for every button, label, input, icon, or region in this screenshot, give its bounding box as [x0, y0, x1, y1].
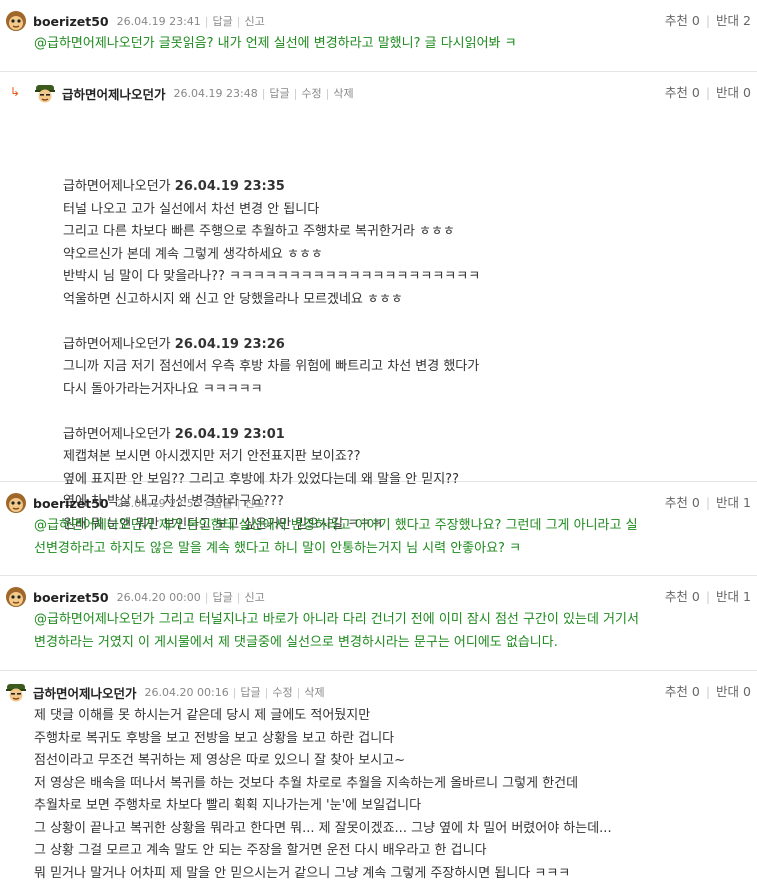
upvote-button[interactable]: 추천 0 [665, 684, 700, 699]
comment-meta: 26.04.19 23:55 | 답글 | 신고 [116, 497, 265, 510]
edit-link[interactable]: 수정 [301, 87, 321, 100]
vote-box: 추천 0 | 반대 1 [664, 589, 751, 604]
comment-line: 제 댓글 이해를 못 하시는거 같은데 당시 제 글에도 적어뒀지만 [34, 708, 371, 723]
comment-author[interactable]: boerizet50 [33, 590, 109, 605]
comment-line: 다시 돌아가라는거자나요 ㅋㅋㅋㅋㅋ [63, 381, 263, 397]
reply-link[interactable]: 답글 [213, 15, 233, 28]
comment-line: 억울하면 신고하시지 왜 신고 안 당했을라나 모르겠네요 ㅎㅎㅎ [63, 291, 403, 307]
downvote-button[interactable]: 반대 0 [716, 684, 751, 699]
monkey-face-avatar-icon [6, 587, 26, 607]
comment-line: 약오르신가 본데 계속 그렇게 생각하세요 ㅎㅎㅎ [63, 246, 323, 262]
comment-meta: 26.04.20 00:16 | 답글 | 수정 | 삭제 [144, 686, 325, 699]
comment-header: boerizet50 26.04.19 23:55 | 답글 | 신고 [5, 492, 265, 514]
quote-header: 급하면어제나오던가 26.04.19 23:26 [63, 336, 285, 352]
comment-line: 변경하라는 거였지 이 게시물에서 제 댓글중에 실선으로 변경하시라는 문구는… [34, 634, 558, 650]
comment-author[interactable]: 급하면어제나오던가 [62, 84, 166, 103]
comment-body: 제 댓글 이해를 못 하시는거 같은데 당시 제 글에도 적어뒀지만 주행차로 … [34, 705, 612, 885]
downvote-button[interactable]: 반대 1 [716, 495, 751, 510]
upvote-button[interactable]: 추천 0 [665, 85, 700, 100]
monkey-face-avatar-icon [6, 493, 26, 513]
comment-header: boerizet50 26.04.19 23:41 | 답글 | 신고 [5, 10, 265, 32]
comment-line: 그 상황 그걸 모르고 계속 말도 안 되는 주장을 할거면 운전 다시 배우라… [34, 843, 487, 858]
quote-header: 급하면어제나오던가 26.04.19 23:01 [63, 426, 285, 442]
comment-meta: 26.04.20 00:00 | 답글 | 신고 [116, 591, 265, 604]
upvote-button[interactable]: 추천 0 [665, 589, 700, 604]
comment-line: 주행차로 복귀도 후방을 보고 전방을 보고 상황을 보고 하란 겁니다 [34, 730, 395, 746]
comment-line: @급하면어제나오던가 제가 본인한테 실선에서 변경하라고 이야기 했다고 주장… [34, 518, 638, 533]
comment-line: 터널 나오고 고가 실선에서 차선 변경 안 됩니다 [63, 201, 320, 217]
comment-line: 점선이라고 무조건 복귀하는 제 영상은 따로 있으니 잘 찾아 보시고~ [34, 753, 406, 768]
quote-header: 급하면어제나오던가 26.04.19 23:35 [63, 179, 285, 194]
comment-author[interactable]: 급하면어제나오던가 [33, 683, 137, 702]
monkey-face-avatar-icon [6, 11, 26, 31]
comment-2: ↳ 급하면어제나오던가 26.04.19 23:48 | 답글 | 수정 | 삭제 추천 0… [0, 72, 757, 532]
comment-line: 그리고 다른 차보다 빠른 주행으로 추월하고 주행차로 복귀한거라 ㅎㅎㅎ [63, 224, 455, 239]
comment-line: 반박시 님 말이 다 맞을라나?? ㅋㅋㅋㅋㅋㅋㅋㅋㅋㅋㅋㅋㅋㅋㅋㅋㅋㅋㅋㅋㅋ [63, 269, 481, 284]
reply-link[interactable]: 답글 [269, 87, 289, 100]
comment-meta: 26.04.19 23:41 | 답글 | 신고 [116, 15, 265, 28]
comment-date: 26.04.19 23:41 [116, 15, 201, 28]
upvote-button[interactable]: 추천 0 [665, 495, 700, 510]
reply-link[interactable]: 답글 [213, 497, 233, 510]
report-link[interactable]: 신고 [244, 497, 264, 510]
downvote-button[interactable]: 반대 2 [716, 13, 751, 28]
downvote-button[interactable]: 반대 1 [716, 589, 751, 604]
comment-4: boerizet50 26.04.20 00:00 | 답글 | 신고 추천 0 | 반대 … [0, 576, 757, 671]
comment-1: boerizet50 26.04.19 23:41 | 답글 | 신고 추천 0 | 반대 … [0, 0, 757, 72]
comment-body: @급하면어제나오던가 제가 본인한테 실선에서 변경하라고 이야기 했다고 주장… [34, 515, 638, 560]
comment-date: 26.04.20 00:16 [144, 686, 229, 699]
comment-header: boerizet50 26.04.20 00:00 | 답글 | 신고 [5, 586, 265, 608]
comment-header: 급하면어제나오던가 26.04.19 23:48 | 답글 | 수정 | 삭제 [34, 82, 354, 104]
comment-body: @급하면어제나오던가 그리고 터널지나고 바로가 아니라 다리 건너기 전에 이… [34, 609, 639, 654]
vote-box: 추천 0 | 반대 0 [664, 85, 751, 100]
comment-date: 26.04.19 23:48 [173, 87, 258, 100]
comment-meta: 26.04.19 23:48 | 답글 | 수정 | 삭제 [173, 87, 354, 100]
comment-3: boerizet50 26.04.19 23:55 | 답글 | 신고 추천 0 | 반대 … [0, 482, 757, 576]
comment-line: @급하면어제나오던가 그리고 터널지나고 바로가 아니라 다리 건너기 전에 이… [34, 612, 639, 627]
delete-link[interactable]: 삭제 [304, 686, 324, 699]
reply-link[interactable]: 답글 [240, 686, 260, 699]
comment-author[interactable]: boerizet50 [33, 14, 109, 29]
comment-5: 급하면어제나오던가 26.04.20 00:16 | 답글 | 수정 | 삭제 추천 0 | 반… [0, 671, 757, 891]
comment-date: 26.04.20 00:00 [116, 591, 201, 604]
comment-header: 급하면어제나오던가 26.04.20 00:16 | 답글 | 수정 | 삭제 [5, 681, 325, 703]
soldier-helmet-avatar-icon [35, 85, 55, 103]
vote-box: 추천 0 | 반대 1 [664, 495, 751, 510]
soldier-helmet-avatar-icon [6, 684, 26, 702]
report-link[interactable]: 신고 [244, 15, 264, 28]
comment-date: 26.04.19 23:55 [116, 497, 201, 510]
comment-body: @급하면어제나오던가 글못읽음? 내가 언제 실선에 변경하라고 말했니? 글 … [34, 33, 517, 56]
comment-line: 선변경하라고 하지도 않은 말을 계속 했다고 하니 말이 안통하는거지 님 시… [34, 540, 522, 556]
downvote-button[interactable]: 반대 0 [716, 85, 751, 100]
reply-link[interactable]: 답글 [213, 591, 233, 604]
reply-arrow-icon: ↳ [10, 85, 21, 99]
vote-box: 추천 0 | 반대 2 [664, 13, 751, 28]
comment-author[interactable]: boerizet50 [33, 496, 109, 511]
edit-link[interactable]: 수정 [272, 686, 292, 699]
comment-line: 그 상황이 끝나고 복귀한 상황을 뭐라고 한다면 뭐... 제 잘못이겠죠..… [34, 820, 612, 836]
comment-line: @급하면어제나오던가 글못읽음? 내가 언제 실선에 변경하라고 말했니? 글 … [34, 36, 517, 51]
comment-line: 추월차로 보면 주행차로 차보다 빨리 휙휙 지나가는게 '눈'에 보일겁니다 [34, 798, 422, 813]
upvote-button[interactable]: 추천 0 [665, 13, 700, 28]
report-link[interactable]: 신고 [244, 591, 264, 604]
comment-line: 저 영상은 배속을 떠나서 복귀를 하는 것보다 추월 차로로 추월을 지속하는… [34, 775, 579, 791]
comment-line: 뭐 믿거나 말거나 어차피 제 말을 안 믿으시는거 같으니 그냥 계속 그렇게… [34, 865, 571, 881]
comment-line: 그니까 지금 저기 점선에서 우측 후방 차를 위험에 빠트리고 차선 변경 했… [63, 359, 480, 374]
delete-link[interactable]: 삭제 [333, 87, 353, 100]
comment-line: 제캡쳐본 보시면 아시겠지만 저기 안전표지판 보이죠?? [63, 449, 361, 464]
vote-box: 추천 0 | 반대 0 [664, 684, 751, 699]
